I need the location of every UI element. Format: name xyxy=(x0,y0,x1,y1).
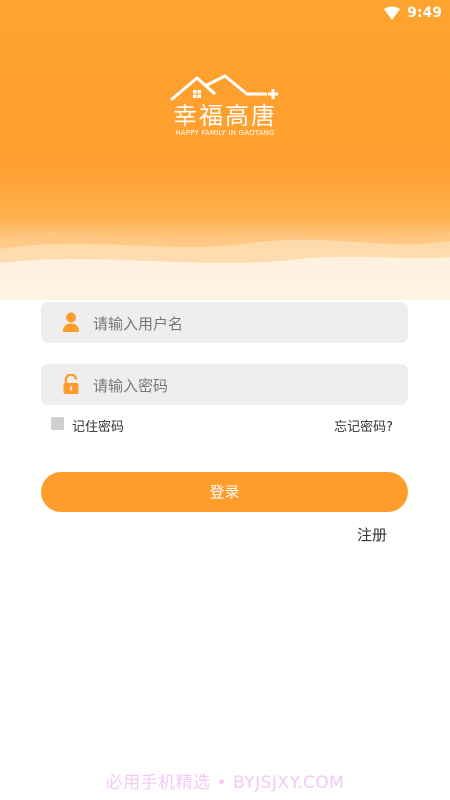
username-field[interactable] xyxy=(41,302,408,345)
status-bar: 9:49 xyxy=(0,0,450,26)
app-subtitle: HAPPY FAMILY IN GAOTANG xyxy=(175,129,275,137)
wave-decoration xyxy=(0,231,450,300)
forgot-password-link[interactable]: 忘记密码? xyxy=(334,416,393,435)
password-input[interactable] xyxy=(91,364,395,407)
status-time: 9:49 xyxy=(407,5,442,21)
password-field[interactable] xyxy=(41,364,408,407)
remember-password-label: 记住密码 xyxy=(72,420,125,435)
username-input[interactable] xyxy=(91,302,395,345)
register-link[interactable]: 注册 xyxy=(357,524,387,545)
app-title: 幸福高唐 xyxy=(173,102,277,130)
app-logo: 幸福高唐 HAPPY FAMILY IN GAOTANG xyxy=(0,74,450,137)
checkbox-box[interactable] xyxy=(51,417,64,430)
lock-icon xyxy=(63,374,79,394)
house-roof-icon xyxy=(170,74,278,102)
wifi-icon xyxy=(384,6,400,20)
login-button[interactable]: 登录 xyxy=(41,472,408,512)
watermark: 必用手机精选 • BYJSJXY.COM xyxy=(105,773,345,793)
header-banner: 9:49 幸福高唐 HAPPY FAMILY IN GAOTANG xyxy=(0,0,450,300)
user-icon xyxy=(63,312,79,332)
